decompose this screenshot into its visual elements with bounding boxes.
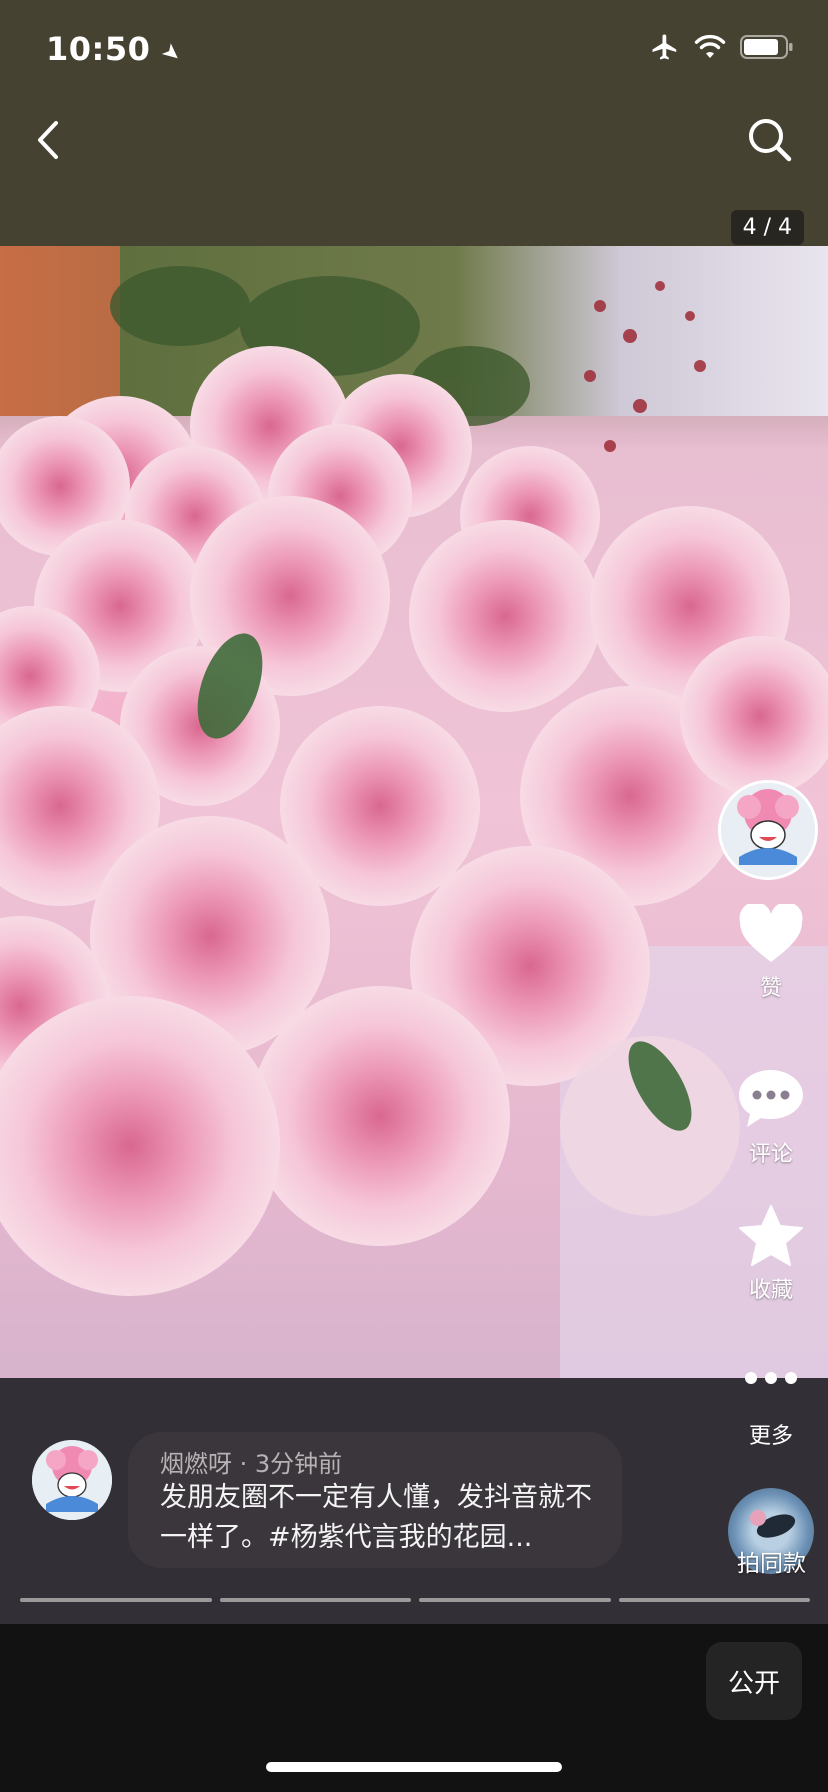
more-label: 更多 <box>748 1424 793 1449</box>
progress-segment <box>618 1598 810 1602</box>
same-style-label[interactable]: 拍同款 <box>737 1544 806 1578</box>
roses-illustration <box>0 246 828 1378</box>
more-button[interactable]: 更多 <box>722 1372 820 1450</box>
chevron-left-icon <box>38 121 58 159</box>
wifi-icon <box>694 34 726 58</box>
progress-segment <box>419 1598 611 1602</box>
post-time: 3分钟前 <box>254 1450 343 1478</box>
comment-bubble-icon <box>739 1070 803 1127</box>
like-label: 赞 <box>759 976 782 1001</box>
location-arrow-icon: ➤ <box>156 37 187 70</box>
favorite-button[interactable]: 收藏 <box>722 1204 820 1304</box>
like-button[interactable]: 赞 <box>722 904 820 1002</box>
page-counter: 4 / 4 <box>730 210 804 245</box>
gallery-progress <box>20 1598 810 1602</box>
status-icons <box>650 32 794 62</box>
favorite-label: 收藏 <box>748 1278 793 1303</box>
search-icon <box>749 119 792 162</box>
comment-label: 评论 <box>748 1142 793 1167</box>
more-dots-icon <box>745 1372 797 1384</box>
comment-button[interactable]: 评论 <box>722 1068 820 1168</box>
avatar-cartoon-icon <box>32 1440 112 1520</box>
status-time: 10:50 ➤ <box>46 30 187 69</box>
top-bar: 10:50 ➤ 4 / 4 <box>0 0 828 246</box>
heart-icon <box>739 904 803 962</box>
airplane-icon <box>652 34 677 60</box>
battery-icon <box>740 35 793 59</box>
caption-text: 发朋友圈不一定有人懂，发抖音就不一样了。#杨紫代言我的花园... <box>160 1482 592 1553</box>
avatar-cartoon-icon <box>721 783 815 877</box>
visibility-button[interactable]: 公开 <box>706 1642 802 1720</box>
author-name[interactable]: 烟燃呀 <box>160 1450 232 1478</box>
status-time-text: 10:50 <box>46 30 151 68</box>
meta-separator: · <box>232 1450 255 1478</box>
author-avatar[interactable] <box>32 1440 112 1520</box>
back-button[interactable] <box>28 112 68 168</box>
post-photo[interactable] <box>0 246 828 1378</box>
progress-segment <box>20 1598 212 1602</box>
caption-header: 烟燃呀 · 3分钟前 <box>160 1444 342 1479</box>
progress-segment <box>219 1598 411 1602</box>
search-button[interactable] <box>744 112 796 168</box>
caption-bubble[interactable]: 烟燃呀 · 3分钟前 发朋友圈不一定有人懂，发抖音就不一样了。#杨紫代言我的花园… <box>128 1432 622 1568</box>
home-indicator <box>266 1762 562 1772</box>
star-icon <box>739 1205 803 1266</box>
creator-avatar[interactable] <box>718 780 818 880</box>
